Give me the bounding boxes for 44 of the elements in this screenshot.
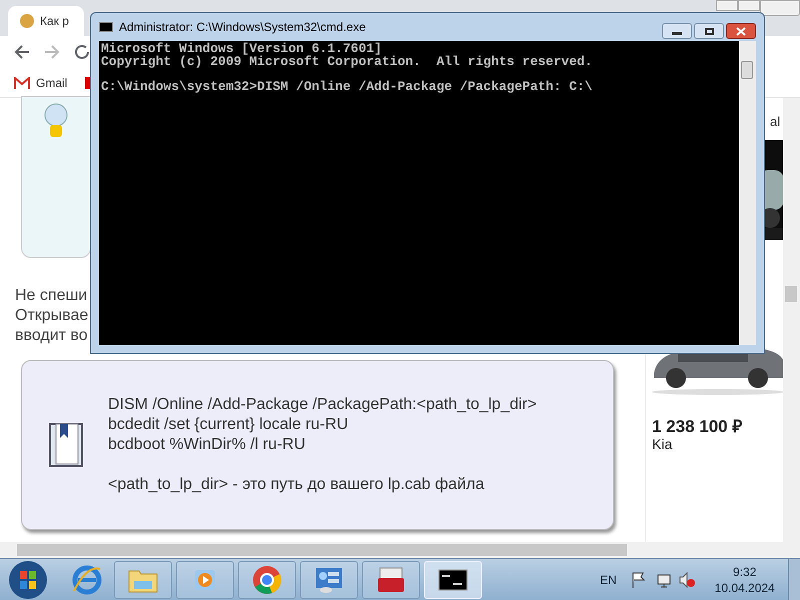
maximize-icon [704,28,714,34]
reload-icon[interactable] [74,44,90,60]
window-title: Administrator: C:\Windows\System32\cmd.exe [119,19,366,36]
clock-date[interactable]: 10.04.2024 [714,580,775,596]
close-icon [736,26,746,36]
console-line: Copyright (c) 2009 Microsoft Corporation. All rights reserved. [101,56,594,68]
clock-time[interactable]: 9:32 [733,564,756,580]
favicon-icon [20,14,34,28]
minimize-button[interactable] [662,23,692,39]
paragraph-line: Не спеши [15,286,88,306]
mail-icon [14,76,30,88]
scroll-thumb[interactable] [741,61,753,79]
console-line: C:\Windows\system32>DISM /Online /Add-Package /PackagePath: C:\ [101,80,594,93]
flag-icon[interactable] [630,572,647,588]
console-line: Microsoft Windows [Version 6.1.7601] [101,43,382,56]
maximize-button[interactable] [694,23,724,39]
toolbox-icon [376,566,406,594]
command-line: bcdboot %WinDir% /l ru-RU [108,435,306,455]
car-price: 1 238 100 ₽ [652,416,742,438]
command-line: bcdedit /set {current} locale ru-RU [108,415,350,435]
paragraph-line: вводит во [15,326,88,346]
back-icon[interactable] [14,44,30,60]
network-icon[interactable] [654,572,671,588]
scroll-thumb[interactable] [785,286,797,302]
console-icon [438,568,468,590]
muted-volume-icon[interactable] [678,572,695,588]
control-panel-icon [314,566,344,594]
console-icon [99,22,113,32]
car-brand: Kia [652,435,672,454]
ad-label: al [770,113,780,131]
browser-tab[interactable]: Как р [8,6,84,36]
note-text: <path_to_lp_dir> - это путь до вашего lp.cab файла [108,475,486,495]
book-icon [48,422,84,468]
browser-icon[interactable] [72,564,102,594]
minimize-icon [672,32,682,35]
bookmark-link[interactable]: Gmail [36,74,68,92]
language-indicator[interactable]: EN [600,570,617,588]
scroll-thumb[interactable] [17,544,627,556]
lightbulb-icon [42,103,70,139]
command-line: DISM /Online /Add-Package /PackagePath:<path_to_lp_dir> [108,395,537,415]
close-button[interactable] [726,23,756,39]
start-button[interactable] [8,560,48,600]
chrome-icon [252,564,282,594]
paragraph-line: Открывае [15,306,88,326]
